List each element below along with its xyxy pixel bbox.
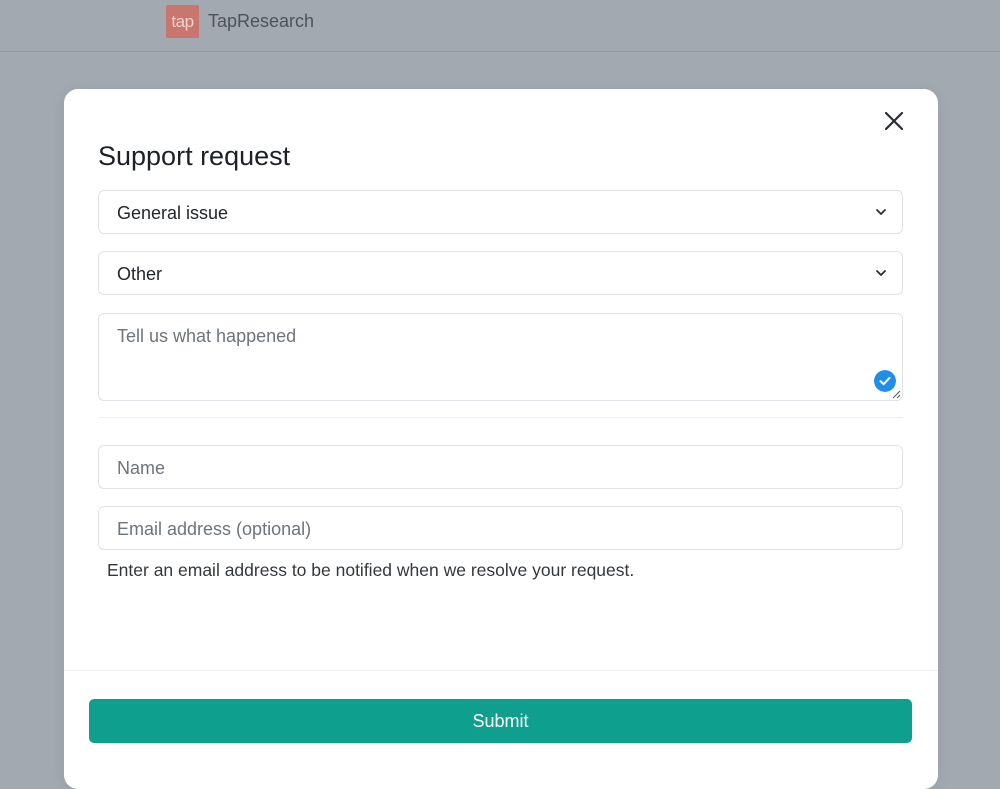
email-field[interactable]: Email address (optional): [98, 506, 903, 550]
tap-logo[interactable]: tap: [166, 5, 199, 38]
section-divider: [98, 417, 903, 418]
submit-button[interactable]: Submit: [89, 699, 912, 743]
brand-name: TapResearch: [208, 11, 315, 31]
name-field[interactable]: Name: [98, 445, 903, 489]
modal-title: Support request: [98, 141, 291, 171]
support-request-modal: Support request General issue Other Tell…: [64, 89, 938, 789]
email-placeholder: Email address (optional): [117, 519, 312, 539]
close-button[interactable]: [880, 107, 908, 135]
close-icon: [884, 111, 904, 131]
top-nav: tap TapResearch: [0, 0, 1000, 52]
category-select-value: General issue: [117, 203, 229, 223]
email-helper-text: Enter an email address to be notified wh…: [107, 560, 635, 580]
footer-divider: [64, 670, 938, 671]
description-placeholder: Tell us what happened: [117, 326, 297, 346]
chevron-down-icon: [876, 270, 886, 276]
chevron-down-icon: [876, 209, 886, 215]
category-select[interactable]: General issue: [98, 190, 903, 234]
subcategory-select-value: Other: [117, 264, 163, 284]
description-textarea[interactable]: Tell us what happened: [98, 313, 903, 401]
resize-handle-icon[interactable]: [891, 389, 901, 399]
name-placeholder: Name: [117, 458, 166, 478]
subcategory-select[interactable]: Other: [98, 251, 903, 295]
